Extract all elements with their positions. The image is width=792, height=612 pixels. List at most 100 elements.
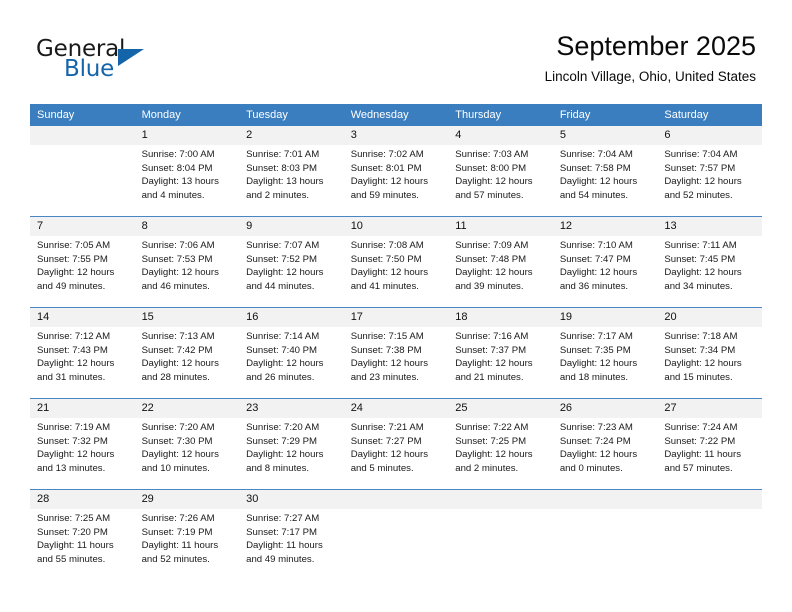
calendar-day-cell[interactable]: 20 Sunrise: 7:18 AM Sunset: 7:34 PM Dayligh…	[657, 307, 762, 399]
daylight-text-line1: Daylight: 12 hours	[350, 176, 429, 188]
calendar-day-cell[interactable]: 11 Sunrise: 7:09 AM Sunset: 7:48 PM Dayligh…	[448, 216, 553, 308]
sunrise-text: Sunrise: 7:14 AM	[246, 331, 320, 342]
daylight-text-line2: and 39 minutes.	[455, 280, 524, 292]
general-blue-logo[interactable]: General Blue	[36, 36, 236, 88]
calendar-day-cell[interactable]: 12 Sunrise: 7:10 AM Sunset: 7:47 PM Dayligh…	[552, 216, 658, 308]
calendar-day-cell[interactable]: 28 Sunrise: 7:25 AM Sunset: 7:20 PM Dayligh…	[30, 489, 135, 580]
daylight-text-line2: and 2 minutes.	[246, 189, 310, 201]
day-number: 25	[448, 399, 553, 418]
daylight-text-line2: and 36 minutes.	[559, 280, 629, 292]
day-number: 21	[30, 399, 135, 418]
sunrise-text: Sunrise: 7:26 AM	[141, 513, 215, 524]
day-details: Sunrise: 7:18 AM Sunset: 7:34 PM Daylight:…	[657, 327, 762, 384]
calendar-day-cell[interactable]: 7 Sunrise: 7:05 AM Sunset: 7:55 PM Daylight…	[30, 216, 135, 308]
calendar-day-cell[interactable]: 6 Sunrise: 7:04 AM Sunset: 7:57 PM Daylight…	[657, 126, 762, 217]
daylight-text-line2: and 49 minutes.	[37, 280, 106, 292]
calendar-day-cell[interactable]: 30 Sunrise: 7:27 AM Sunset: 7:17 PM Dayligh…	[239, 489, 344, 580]
sunset-text: Sunset: 7:40 PM	[246, 344, 318, 356]
daylight-text-line1: Daylight: 12 hours	[246, 267, 324, 279]
sunrise-text: Sunrise: 7:08 AM	[350, 240, 424, 251]
daylight-text-line1: Daylight: 12 hours	[455, 358, 533, 370]
day-details: Sunrise: 7:03 AM Sunset: 8:00 PM Daylight:…	[448, 145, 553, 202]
day-details: Sunrise: 7:14 AM Sunset: 7:40 PM Daylight:…	[239, 327, 344, 384]
day-details: Sunrise: 7:09 AM Sunset: 7:48 PM Daylight:…	[448, 236, 553, 293]
calendar-grid: Sunday Monday Tuesday Wednesday Thursday…	[30, 104, 762, 580]
sunrise-text: Sunrise: 7:23 AM	[559, 422, 633, 433]
daylight-text-line2: and 15 minutes.	[664, 371, 733, 383]
day-number	[448, 490, 553, 509]
calendar-day-cell[interactable]: 25 Sunrise: 7:22 AM Sunset: 7:25 PM Dayligh…	[448, 398, 553, 490]
calendar-body: 1 Sunrise: 7:00 AM Sunset: 8:04 PM Daylight…	[30, 126, 762, 580]
day-details: Sunrise: 7:04 AM Sunset: 7:58 PM Daylight:…	[553, 145, 658, 202]
day-number	[657, 490, 762, 509]
day-details: Sunrise: 7:26 AM Sunset: 7:19 PM Daylight:…	[135, 509, 240, 566]
day-number: 19	[552, 308, 658, 327]
sunset-text: Sunset: 7:52 PM	[246, 253, 318, 265]
calendar-day-cell[interactable]: 29 Sunrise: 7:26 AM Sunset: 7:19 PM Dayligh…	[134, 489, 240, 580]
sunset-text: Sunset: 7:48 PM	[455, 253, 527, 265]
daylight-text-line1: Daylight: 12 hours	[559, 449, 638, 461]
sunset-text: Sunset: 7:57 PM	[664, 162, 736, 174]
day-number: 30	[239, 490, 344, 509]
calendar-day-cell[interactable]: 26 Sunrise: 7:23 AM Sunset: 7:24 PM Dayligh…	[552, 398, 658, 490]
day-number: 29	[134, 490, 240, 509]
daylight-text-line1: Daylight: 12 hours	[664, 176, 742, 188]
day-number: 18	[448, 308, 553, 327]
day-number: 2	[239, 126, 344, 145]
daylight-text-line2: and 2 minutes.	[455, 462, 519, 474]
calendar-day-cell[interactable]: 15 Sunrise: 7:13 AM Sunset: 7:42 PM Dayligh…	[134, 307, 240, 399]
title-block: September 2025 Lincoln Village, Ohio, Un…	[545, 30, 756, 85]
calendar-day-cell[interactable]: 1 Sunrise: 7:00 AM Sunset: 8:04 PM Daylight…	[134, 126, 240, 217]
day-details: Sunrise: 7:25 AM Sunset: 7:20 PM Daylight:…	[30, 509, 135, 566]
day-details: Sunrise: 7:13 AM Sunset: 7:42 PM Daylight:…	[135, 327, 240, 384]
calendar-day-cell[interactable]: 21 Sunrise: 7:19 AM Sunset: 7:32 PM Dayligh…	[30, 398, 135, 490]
daylight-text-line1: Daylight: 12 hours	[559, 267, 638, 279]
day-number: 5	[552, 126, 658, 145]
day-number: 15	[134, 308, 240, 327]
sunrise-text: Sunrise: 7:19 AM	[37, 422, 111, 433]
daylight-text-line1: Daylight: 12 hours	[246, 449, 324, 461]
sunrise-text: Sunrise: 7:05 AM	[37, 240, 111, 251]
sunset-text: Sunset: 7:55 PM	[37, 253, 108, 265]
calendar-day-cell[interactable]: 3 Sunrise: 7:02 AM Sunset: 8:01 PM Daylight…	[343, 126, 449, 217]
calendar-day-cell[interactable]: 4 Sunrise: 7:03 AM Sunset: 8:00 PM Daylight…	[448, 126, 553, 217]
calendar-day-cell[interactable]: 13 Sunrise: 7:11 AM Sunset: 7:45 PM Dayligh…	[657, 216, 762, 308]
day-details: Sunrise: 7:21 AM Sunset: 7:27 PM Daylight:…	[344, 418, 449, 475]
calendar-day-cell[interactable]: 8 Sunrise: 7:06 AM Sunset: 7:53 PM Daylight…	[134, 216, 240, 308]
calendar-day-cell[interactable]: 5 Sunrise: 7:04 AM Sunset: 7:58 PM Daylight…	[552, 126, 658, 217]
calendar-day-cell[interactable]: 18 Sunrise: 7:16 AM Sunset: 7:37 PM Dayligh…	[448, 307, 553, 399]
sunset-text: Sunset: 7:38 PM	[350, 344, 422, 356]
day-number: 10	[343, 217, 449, 236]
sunrise-text: Sunrise: 7:04 AM	[559, 149, 633, 160]
daylight-text-line2: and 52 minutes.	[664, 189, 733, 201]
calendar-day-cell[interactable]: 10 Sunrise: 7:08 AM Sunset: 7:50 PM Dayligh…	[343, 216, 449, 308]
calendar-day-cell[interactable]: 9 Sunrise: 7:07 AM Sunset: 7:52 PM Daylight…	[239, 216, 344, 308]
calendar-day-cell-empty	[657, 489, 762, 580]
calendar-day-cell[interactable]: 16 Sunrise: 7:14 AM Sunset: 7:40 PM Dayligh…	[239, 307, 344, 399]
day-number	[552, 490, 658, 509]
calendar-day-cell[interactable]: 22 Sunrise: 7:20 AM Sunset: 7:30 PM Dayligh…	[134, 398, 240, 490]
sunrise-text: Sunrise: 7:18 AM	[664, 331, 738, 342]
sunrise-text: Sunrise: 7:20 AM	[141, 422, 215, 433]
page-header: General Blue September 2025 Lincoln Vill…	[0, 0, 792, 104]
day-details: Sunrise: 7:07 AM Sunset: 7:52 PM Daylight:…	[239, 236, 344, 293]
sunrise-text: Sunrise: 7:00 AM	[141, 149, 215, 160]
calendar-day-cell[interactable]: 14 Sunrise: 7:12 AM Sunset: 7:43 PM Dayligh…	[30, 307, 135, 399]
calendar-day-cell[interactable]: 2 Sunrise: 7:01 AM Sunset: 8:03 PM Daylight…	[239, 126, 344, 217]
daylight-text-line2: and 49 minutes.	[246, 553, 315, 565]
calendar-day-cell-empty	[343, 489, 449, 580]
day-number: 3	[343, 126, 449, 145]
calendar-day-cell[interactable]: 23 Sunrise: 7:20 AM Sunset: 7:29 PM Dayligh…	[239, 398, 344, 490]
calendar-day-cell[interactable]: 24 Sunrise: 7:21 AM Sunset: 7:27 PM Dayligh…	[343, 398, 449, 490]
day-number: 6	[657, 126, 762, 145]
calendar-day-cell[interactable]: 27 Sunrise: 7:24 AM Sunset: 7:22 PM Dayligh…	[657, 398, 762, 490]
day-number: 28	[30, 490, 135, 509]
calendar-day-cell[interactable]: 17 Sunrise: 7:15 AM Sunset: 7:38 PM Dayligh…	[343, 307, 449, 399]
daylight-text-line2: and 13 minutes.	[37, 462, 106, 474]
day-number: 23	[239, 399, 344, 418]
day-details: Sunrise: 7:06 AM Sunset: 7:53 PM Daylight:…	[135, 236, 240, 293]
calendar-day-cell[interactable]: 19 Sunrise: 7:17 AM Sunset: 7:35 PM Dayligh…	[552, 307, 658, 399]
daylight-text-line1: Daylight: 12 hours	[559, 176, 638, 188]
daylight-text-line2: and 57 minutes.	[664, 462, 733, 474]
daylight-text-line1: Daylight: 12 hours	[350, 358, 429, 370]
